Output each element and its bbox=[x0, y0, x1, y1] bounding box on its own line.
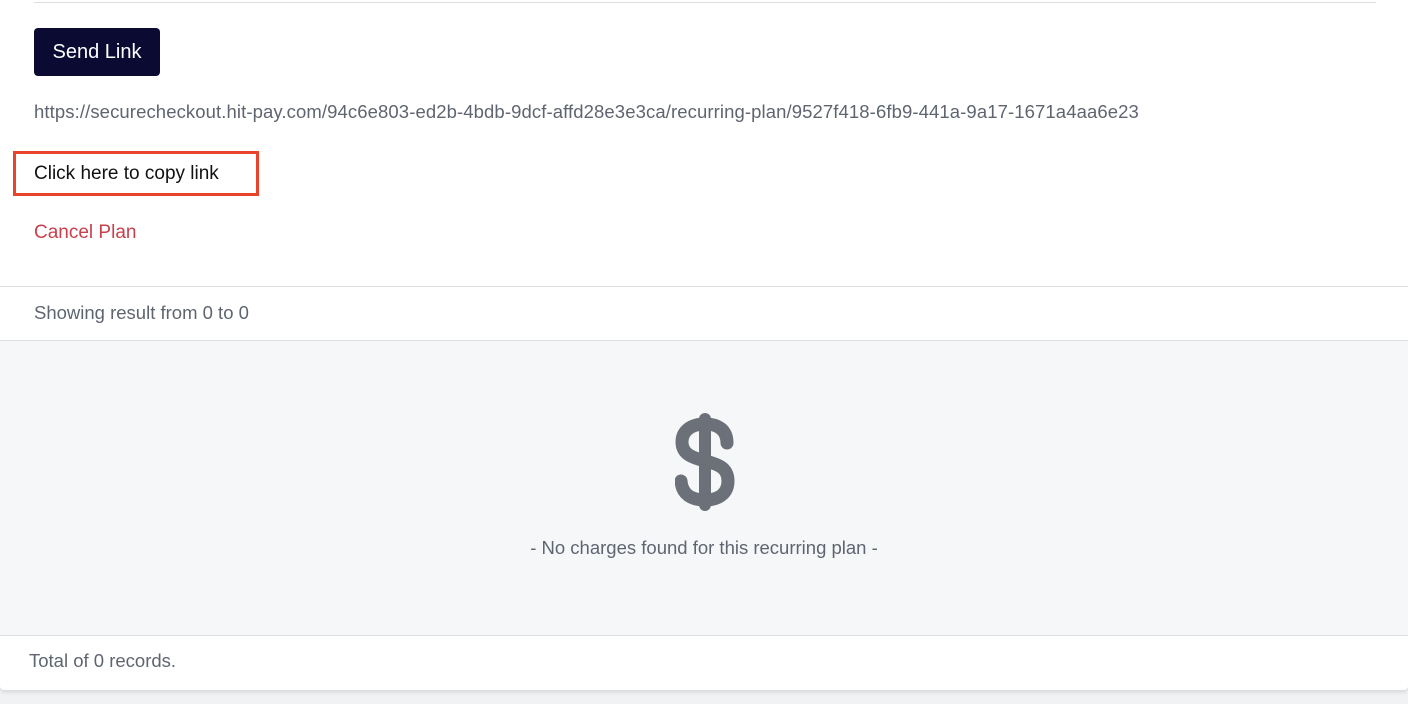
top-divider bbox=[34, 2, 1376, 3]
dollar-icon bbox=[675, 413, 735, 511]
copy-link-highlight: Click here to copy link bbox=[13, 151, 259, 196]
empty-state-message: - No charges found for this recurring pl… bbox=[530, 537, 878, 558]
send-link-button[interactable]: Send Link bbox=[34, 28, 160, 76]
section-divider bbox=[0, 286, 1408, 287]
recurring-plan-card: Send Link https://securecheckout.hit-pay… bbox=[0, 0, 1408, 690]
cancel-plan-link[interactable]: Cancel Plan bbox=[34, 222, 136, 244]
total-records-text: Total of 0 records. bbox=[29, 650, 177, 671]
copy-link-button[interactable]: Click here to copy link bbox=[34, 163, 219, 185]
checkout-link-url: https://securecheckout.hit-pay.com/94c6e… bbox=[34, 101, 1139, 122]
results-range-text: Showing result from 0 to 0 bbox=[34, 302, 249, 323]
empty-state: - No charges found for this recurring pl… bbox=[0, 340, 1408, 636]
